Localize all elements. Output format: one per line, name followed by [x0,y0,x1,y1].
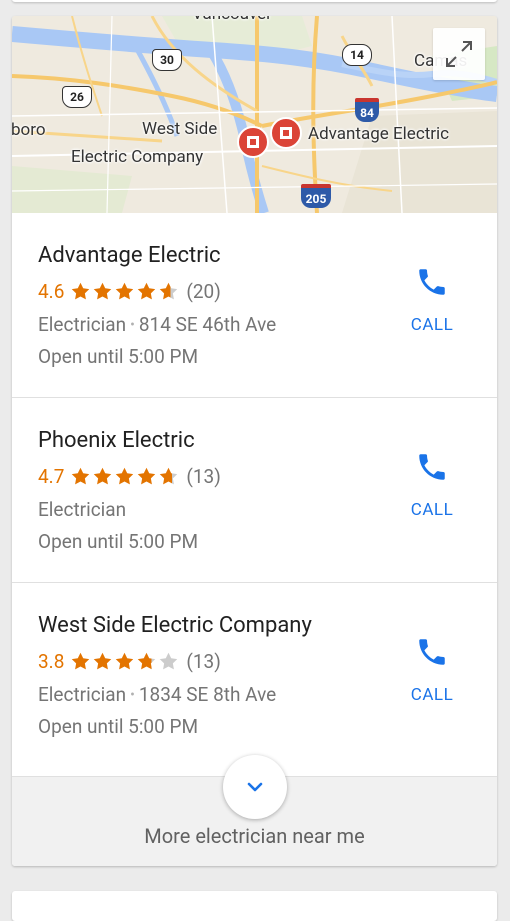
phone-icon [419,454,445,480]
star-icon [160,467,178,485]
expand-map-button[interactable] [433,28,485,80]
star-icon [138,467,156,485]
interstate-84-shield: 84 [355,98,379,122]
phone-icon [419,269,445,295]
star-icon [160,652,178,670]
star-rating [70,466,180,487]
map-label-west-side-1: West Side [142,119,218,139]
star-icon [94,467,112,485]
star-icon [94,282,112,300]
map-label-west-side-2: Electric Company [71,147,204,167]
result-item[interactable]: Phoenix Electric 4.7 (13) Electrician Op… [12,398,497,583]
call-label: CALL [410,315,454,335]
route-14-shield: 14 [342,44,372,66]
interstate-205-shield: 205 [301,184,331,208]
star-icon [72,282,90,300]
category-address-line: Electrician [38,498,126,521]
review-count: (13) [186,650,221,673]
rating-value: 4.7 [38,465,65,488]
phone-icon [419,639,445,665]
call-label: CALL [410,500,454,520]
review-count: (13) [186,465,221,488]
category-text: Electrician [38,498,127,521]
result-name[interactable]: Phoenix Electric [38,428,195,453]
map-label-boro: boro [12,120,46,140]
star-icon [116,652,134,670]
category-address-line: Electrician • 814 SE 46th Ave [38,313,276,336]
address-text: 814 SE 46th Ave [138,313,277,336]
rating-row: 4.6 (20) [38,280,221,303]
call-button[interactable]: CALL [407,450,457,520]
map-preview[interactable]: Vancouver boro West Side Electric Compan… [12,16,497,213]
review-count: (20) [186,280,221,303]
rating-value: 4.6 [38,280,65,303]
star-icon [72,652,90,670]
result-item[interactable]: Advantage Electric 4.6 (20) Electrician •… [12,213,497,398]
expand-more-button[interactable] [223,755,287,819]
separator-dot: • [130,317,135,333]
next-card-edge [12,891,497,921]
results-list: Advantage Electric 4.6 (20) Electrician •… [12,213,497,767]
star-icon [116,467,134,485]
star-icon [138,652,156,670]
rating-row: 3.8 (13) [38,650,221,673]
separator-dot: • [130,687,135,703]
fullscreen-icon [446,41,472,67]
star-icon [72,467,90,485]
call-button[interactable]: CALL [407,265,457,335]
map-graphic [12,16,497,213]
call-button[interactable]: CALL [407,635,457,705]
local-results-card: Vancouver boro West Side Electric Compan… [12,16,497,866]
category-address-line: Electrician • 1834 SE 8th Ave [38,683,276,706]
address-text: 1834 SE 8th Ave [138,683,277,706]
star-icon [94,652,112,670]
map-marker-advantage[interactable] [270,117,302,149]
star-icon [116,282,134,300]
result-name[interactable]: Advantage Electric [38,243,221,268]
star-icon [138,282,156,300]
rating-row: 4.7 (13) [38,465,221,488]
result-name[interactable]: West Side Electric Company [38,613,312,638]
chevron-down-icon [247,782,263,792]
category-text: Electrician [38,683,127,706]
hours-text: Open until 5:00 PM [38,345,199,368]
star-rating [70,281,180,302]
map-label-vancouver: Vancouver [192,16,272,24]
star-icon [160,282,178,300]
hours-text: Open until 5:00 PM [38,715,199,738]
star-rating [70,651,180,672]
result-item[interactable]: West Side Electric Company 3.8 (13) Elec… [12,583,497,767]
previous-card-edge [12,0,497,2]
category-text: Electrician [38,313,127,336]
map-marker-west-side[interactable] [237,126,269,158]
map-label-advantage: Advantage Electric [308,124,450,144]
route-30-shield: 30 [152,49,182,71]
hours-text: Open until 5:00 PM [38,530,199,553]
rating-value: 3.8 [38,650,65,673]
more-results-label[interactable]: More electrician near me [12,824,497,848]
call-label: CALL [410,685,454,705]
route-26-shield: 26 [62,86,92,108]
